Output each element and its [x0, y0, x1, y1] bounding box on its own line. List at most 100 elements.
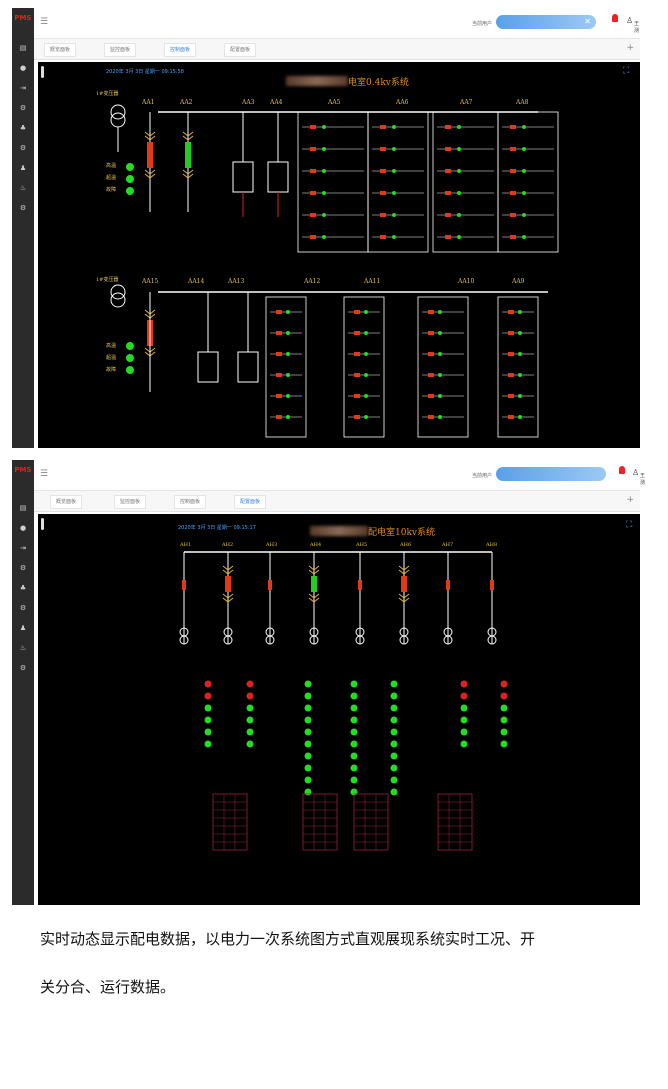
feeder-status [392, 147, 396, 151]
feeder-breaker [428, 352, 434, 356]
config-icon[interactable]: ⚙ [19, 664, 27, 672]
menu-toggle-icon[interactable]: ☰ [40, 469, 48, 479]
sidebar: PMS ▤ ● ⇥ ⚙ ♣ ⚙ ♟ ♨ ⚙ [12, 8, 34, 448]
top-bar: ☰ 当前用户 ♙ 王测 [34, 460, 645, 491]
feeder-panel [343, 296, 385, 438]
status-indicator [350, 692, 358, 700]
status-indicator [500, 716, 508, 724]
feeder-breaker [510, 191, 516, 195]
status-indicator [304, 788, 312, 796]
tab-bar: 概览面板 监控面板 控制面板 配置面板 + [34, 39, 640, 60]
caption-line-1: 实时动态显示配电数据，以电力一次系统图方式直观展现系统实时工况、开 [40, 930, 536, 948]
report-icon[interactable]: ♨ [19, 644, 27, 652]
status-indicator [390, 752, 398, 760]
feeder-status [522, 125, 526, 129]
tab-control[interactable]: 控制面板 [174, 495, 207, 509]
current-user-label: 当前用户 [472, 473, 493, 479]
feeder-breaker [508, 415, 514, 419]
top-bar: ☰ 当前用户 ✕ ♙ 王测 [34, 8, 640, 39]
status-indicator [304, 752, 312, 760]
capacitor-unit [237, 351, 259, 383]
status-indicator [500, 680, 508, 688]
sidebar: PMS ▤ ● ⇥ ⚙ ♣ ⚙ ♟ ♨ ⚙ [12, 460, 34, 905]
feeder-status [457, 191, 461, 195]
device-icon[interactable]: ⚙ [19, 144, 27, 152]
user-icon[interactable]: ♟ [19, 164, 27, 172]
feeder-status [457, 147, 461, 151]
user-icon[interactable]: ♟ [19, 624, 27, 632]
dashboard-icon[interactable]: ● [19, 64, 27, 72]
status-indicator [500, 692, 508, 700]
feeder-status [522, 169, 526, 173]
export-icon[interactable]: ⇥ [19, 544, 27, 552]
feeder-status [322, 213, 326, 217]
settings-icon[interactable]: ⚙ [19, 104, 27, 112]
feeder-breaker [354, 310, 360, 314]
username[interactable]: 王测 [634, 20, 640, 34]
settings-icon[interactable]: ⚙ [19, 564, 27, 572]
feeder-breaker [310, 191, 316, 195]
notification-icon[interactable] [619, 466, 625, 474]
report-icon[interactable]: ♨ [19, 184, 27, 192]
home-icon[interactable]: ▤ [19, 504, 27, 512]
export-icon[interactable]: ⇥ [19, 84, 27, 92]
search-input[interactable]: ✕ [496, 15, 596, 29]
feeder-status [392, 235, 396, 239]
alarm-icon[interactable]: ♣ [19, 584, 27, 592]
transformer-coil [110, 104, 126, 120]
breaker [147, 142, 153, 168]
feeder-status [322, 191, 326, 195]
avatar-icon[interactable]: ♙ [632, 469, 639, 477]
feeder-status [364, 310, 368, 314]
feeder-breaker [380, 235, 386, 239]
breaker [490, 580, 494, 590]
notification-icon[interactable] [612, 14, 618, 22]
menu-toggle-icon[interactable]: ☰ [40, 17, 48, 27]
home-icon[interactable]: ▤ [19, 44, 27, 52]
search-input[interactable] [496, 467, 606, 481]
feeder-status [392, 213, 396, 217]
status-indicator [350, 704, 358, 712]
config-icon[interactable]: ⚙ [19, 204, 27, 212]
feeder-status [438, 352, 442, 356]
feeder-status [518, 415, 522, 419]
diagram-panel-10kv: 2020年 3月 3日 星期一 09:15:17 配电室10kv系统 ⛶ AH1… [38, 514, 640, 905]
feeder-status [457, 169, 461, 173]
status-indicator [350, 776, 358, 784]
add-tab-icon[interactable]: + [626, 495, 634, 505]
feeder-breaker [354, 352, 360, 356]
feeder-status [522, 235, 526, 239]
feeder-breaker [445, 191, 451, 195]
feeder-breaker [508, 352, 514, 356]
tab-monitor[interactable]: 监控面板 [114, 495, 147, 509]
feeder-status [518, 373, 522, 377]
status-indicator [204, 740, 212, 748]
tab-overview[interactable]: 概览面板 [44, 43, 77, 57]
feeder-status [364, 415, 368, 419]
feeder-panel [265, 296, 307, 438]
feeder-status [518, 352, 522, 356]
dashboard-icon[interactable]: ● [19, 524, 27, 532]
feeder-breaker [428, 394, 434, 398]
avatar-icon[interactable]: ♙ [626, 17, 633, 25]
tab-monitor[interactable]: 监控面板 [104, 43, 137, 57]
tab-config[interactable]: 配置面板 [224, 43, 257, 57]
feeder-breaker [445, 235, 451, 239]
device-icon[interactable]: ⚙ [19, 604, 27, 612]
status-indicator [350, 752, 358, 760]
feeder-status [438, 415, 442, 419]
data-table [437, 793, 473, 851]
username[interactable]: 王测 [640, 472, 645, 486]
tab-config[interactable]: 配置面板 [234, 495, 267, 509]
feeder-status [438, 331, 442, 335]
feeder-status [364, 394, 368, 398]
alarm-icon[interactable]: ♣ [19, 124, 27, 132]
status-indicator [390, 716, 398, 724]
feeder-status [322, 125, 326, 129]
feeder-status [522, 147, 526, 151]
status-indicator [390, 788, 398, 796]
add-tab-icon[interactable]: + [626, 43, 634, 53]
tab-overview[interactable]: 概览面板 [50, 495, 83, 509]
data-table [353, 793, 389, 851]
tab-control[interactable]: 控制面板 [164, 43, 197, 57]
